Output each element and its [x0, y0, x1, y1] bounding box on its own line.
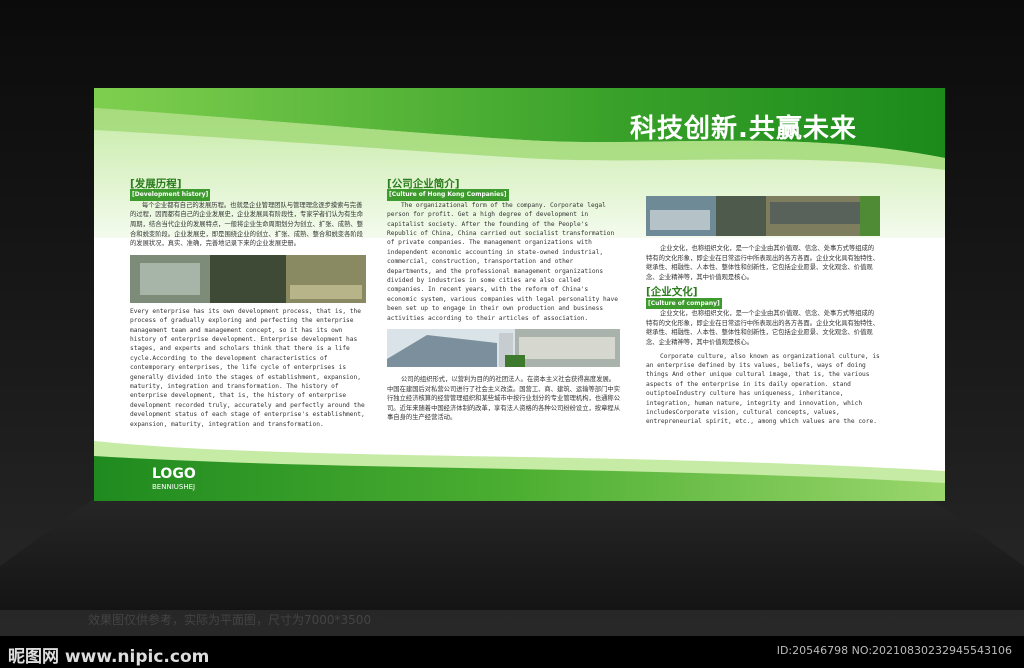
- company-photo: [387, 329, 620, 368]
- culture-en-text: Corporate culture, also known as organiz…: [646, 352, 880, 426]
- display-board: 科技创新.共赢未来 [发展历程] [Development history] 每…: [94, 88, 945, 501]
- history-en-text: Every enterprise has its own development…: [130, 307, 365, 428]
- history-cn-text: 每个企业都有自己的发展历程。也就是企业管理团队与管理理念逐步摸索与完善的过程，因…: [130, 201, 363, 248]
- slogan-heading: 科技创新.共赢未来: [630, 114, 857, 144]
- watermark-site: 昵图网 www.nipic.com: [8, 647, 210, 667]
- section-subtitle-history: [Development history]: [130, 189, 211, 201]
- left-column: [发展历程] [Development history] 每个企业都有自己的发展…: [130, 178, 366, 429]
- section-title-company: [公司企业简介]: [387, 178, 460, 190]
- culture-photo: [646, 196, 880, 236]
- company-cn-text: 公司的组织形式，以营利为目的的社团法人。在资本主义社会获得高度发展。中国在建国后…: [387, 376, 620, 422]
- logo-subtext: BENNIUSHEJ: [152, 483, 196, 491]
- section-title-history: [发展历程]: [130, 178, 182, 190]
- history-photo: [130, 254, 366, 303]
- stage-floor: [0, 500, 1024, 610]
- logo-text: LOGO: [152, 466, 196, 482]
- culture-cn-text-1: 企业文化，也称组织文化，是一个企业由其价值观、信念、处事方式等组成的特有的文化形…: [646, 245, 879, 281]
- section-subtitle-company: [Culture of Hong Kong Companies]: [387, 189, 509, 201]
- watermark-id: ID:20546798 NO:20210830232945543106: [776, 644, 1012, 657]
- section-title-culture: [企业文化]: [646, 286, 698, 299]
- company-en-text: The organizational form of the company. …: [387, 201, 618, 322]
- right-column: 企业文化，也称组织文化，是一个企业由其价值观、信念、处事方式等组成的特有的文化形…: [646, 196, 880, 427]
- middle-column: [公司企业简介] [Culture of Hong Kong Companies…: [387, 178, 620, 423]
- preview-caption: 效果图仅供参考，实际为平面图，尺寸为7000*3500: [88, 613, 372, 627]
- section-subtitle-culture: [Culture of company]: [646, 297, 722, 310]
- culture-cn-text-2: 企业文化，也称组织文化，是一个企业由其价值观、信念、处事方式等组成的特有的文化形…: [646, 310, 879, 346]
